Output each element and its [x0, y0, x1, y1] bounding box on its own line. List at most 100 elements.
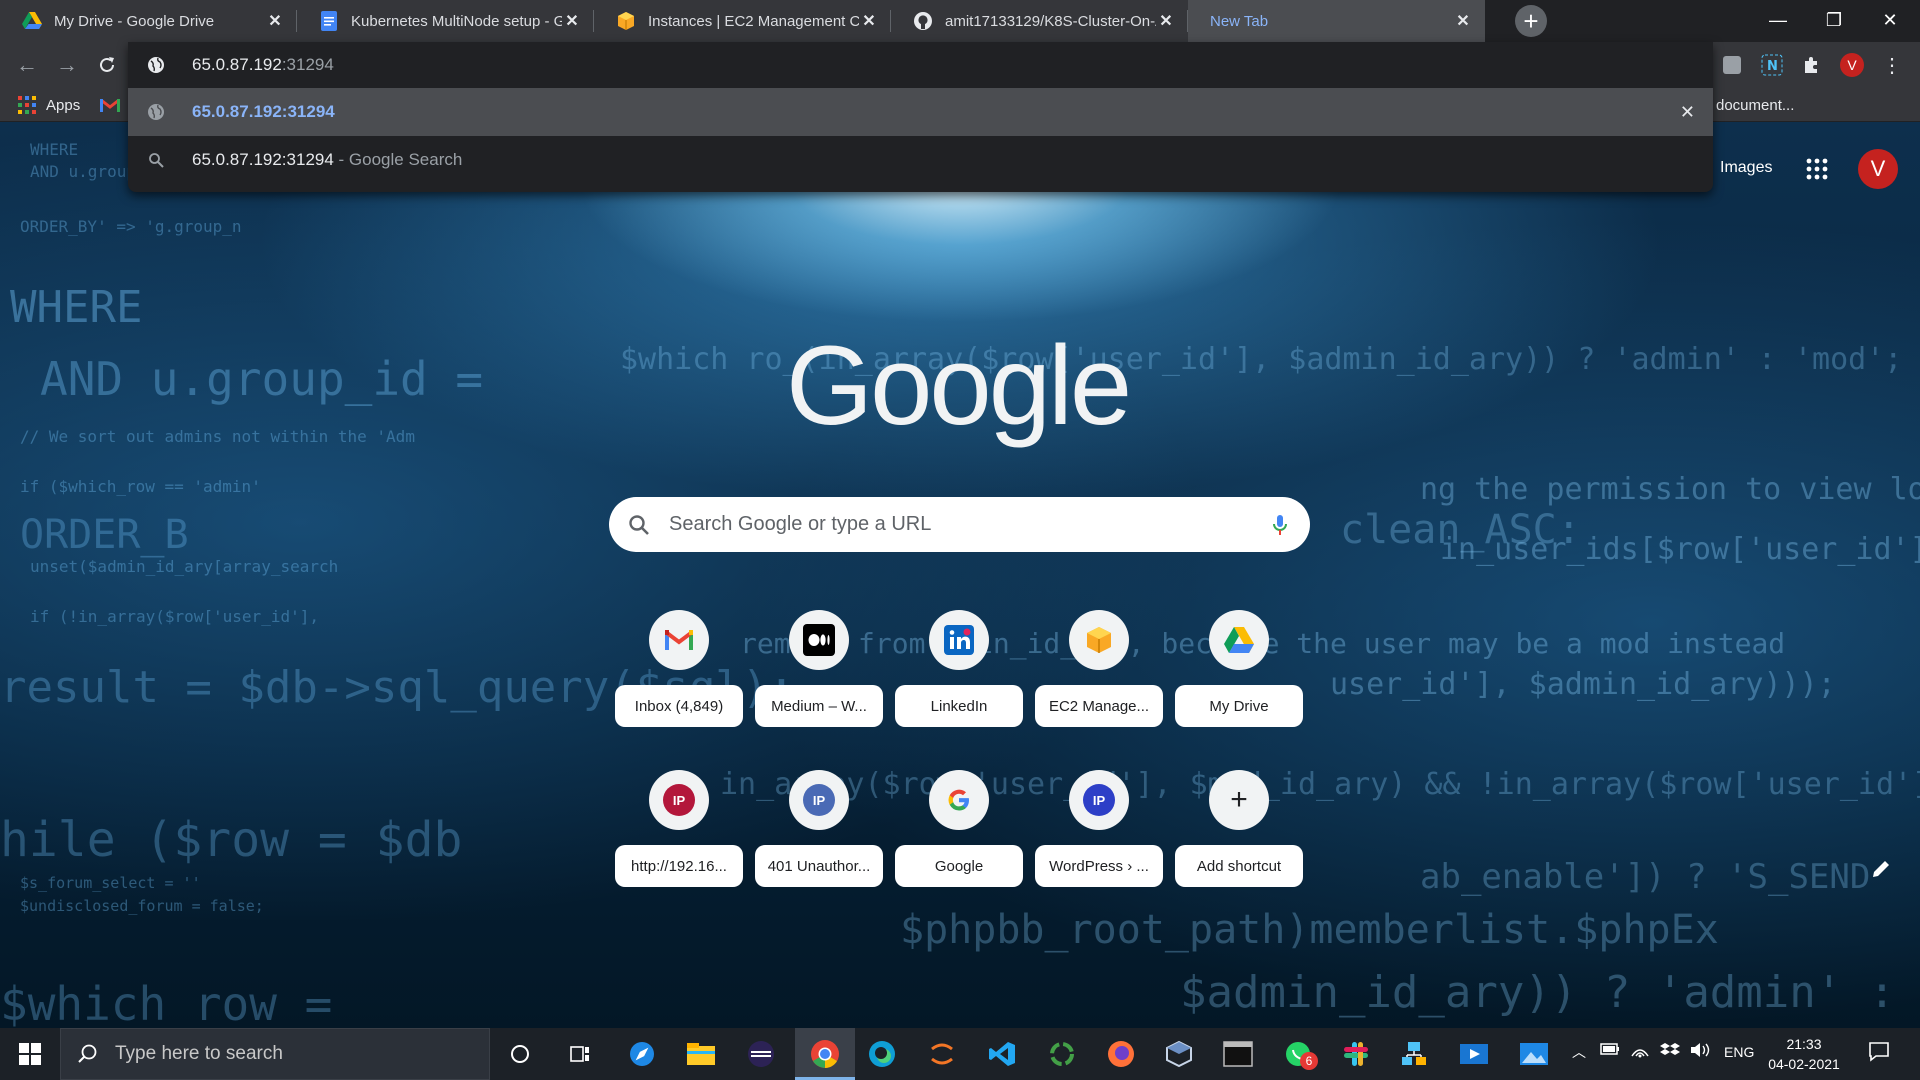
- windows-start-icon[interactable]: [14, 1038, 46, 1070]
- taskbar-search-box[interactable]: Type here to search: [60, 1028, 490, 1080]
- chrome-icon[interactable]: [809, 1038, 841, 1070]
- terminal-icon[interactable]: [1222, 1038, 1254, 1070]
- google-drive-icon: [22, 11, 42, 31]
- close-icon[interactable]: ✕: [859, 11, 879, 31]
- action-center-icon[interactable]: [1868, 1040, 1890, 1065]
- safari-compass-icon[interactable]: [626, 1038, 658, 1070]
- dropbox-icon[interactable]: [1660, 1042, 1680, 1061]
- tab-ec2-instances[interactable]: Instances | EC2 Management Co ✕: [594, 0, 891, 42]
- reload-icon: [100, 57, 114, 72]
- bookmark-gmail[interactable]: [100, 94, 120, 116]
- gmail-icon: [649, 610, 709, 670]
- shortcut-my-drive[interactable]: My Drive: [1175, 610, 1303, 740]
- tab-kubernetes-doc[interactable]: Kubernetes MultiNode setup - G ✕: [297, 0, 594, 42]
- whatsapp-icon[interactable]: 6: [1282, 1038, 1318, 1070]
- extensions-puzzle-icon[interactable]: [1800, 53, 1824, 77]
- background-code-line: $which_row =: [0, 977, 333, 1028]
- network-app-icon[interactable]: [1398, 1038, 1430, 1070]
- wifi-icon[interactable]: [1630, 1042, 1650, 1061]
- shortcut-medium[interactable]: Medium – W...: [755, 610, 883, 740]
- battery-icon[interactable]: [1600, 1042, 1620, 1059]
- google-apps-icon[interactable]: [1806, 158, 1828, 185]
- close-icon[interactable]: ✕: [1156, 11, 1176, 31]
- background-code-line: ab_enable']) ? 'S_SEND: [1420, 857, 1871, 897]
- window-close-button[interactable]: ✕: [1862, 0, 1918, 40]
- shortcut-inbox[interactable]: Inbox (4,849): [615, 610, 743, 740]
- shortcut-label: Medium – W...: [755, 685, 883, 727]
- microphone-icon[interactable]: [1268, 513, 1292, 537]
- tab-github-repo[interactable]: amit17133129/K8S-Cluster-On-A ✕: [891, 0, 1188, 42]
- background-code-line: unset($admin_id_ary[array_search: [30, 557, 339, 576]
- background-code-line: if (!in_array($row['user_id'],: [30, 607, 319, 626]
- virtualbox-icon[interactable]: [1163, 1038, 1195, 1070]
- forward-button[interactable]: →: [52, 50, 82, 80]
- task-view-icon[interactable]: [564, 1038, 596, 1070]
- account-avatar[interactable]: V: [1858, 149, 1898, 189]
- slack-icon[interactable]: [1340, 1038, 1372, 1070]
- firefox-icon[interactable]: [1105, 1038, 1137, 1070]
- extension-square-icon[interactable]: [1720, 53, 1744, 77]
- system-clock[interactable]: 21:33 04-02-2021: [1760, 1034, 1848, 1074]
- jupyter-icon[interactable]: [926, 1038, 958, 1070]
- language-indicator[interactable]: ENG: [1724, 1044, 1754, 1060]
- background-code-line: user_id'], $admin_id_ary)));: [1330, 667, 1836, 702]
- new-tab-button[interactable]: +: [1515, 5, 1547, 37]
- background-code-line: ORDER_BY' => 'g.group_n: [20, 217, 242, 236]
- background-code-line: $undisclosed_forum = false;: [20, 897, 264, 915]
- images-link[interactable]: Images: [1720, 159, 1772, 177]
- shortcut-google[interactable]: Google: [895, 770, 1023, 900]
- shortcut-ip-192[interactable]: IP http://192.16...: [615, 770, 743, 900]
- ntp-search-box[interactable]: Search Google or type a URL: [609, 497, 1310, 552]
- ip-badge: IP: [803, 784, 835, 816]
- shortcut-ec2[interactable]: EC2 Manage...: [1035, 610, 1163, 740]
- shortcut-label: My Drive: [1175, 685, 1303, 727]
- search-placeholder: Search Google or type a URL: [669, 513, 932, 535]
- google-docs-icon: [319, 11, 339, 31]
- clock-time: 21:33: [1786, 1036, 1822, 1052]
- customize-pencil-icon[interactable]: [1870, 858, 1892, 880]
- video-player-icon[interactable]: [1458, 1038, 1490, 1070]
- shortcut-wordpress[interactable]: IP WordPress › ...: [1035, 770, 1163, 900]
- refresh-app-icon[interactable]: [1046, 1038, 1078, 1070]
- cortana-icon[interactable]: [504, 1038, 536, 1070]
- shortcut-linkedin[interactable]: LinkedIn: [895, 610, 1023, 740]
- edge-icon[interactable]: [866, 1038, 898, 1070]
- background-code-line: ng the permission to view logs for exa: [1420, 472, 1920, 507]
- ip-icon: IP: [649, 770, 709, 830]
- background-code-line: AND u.group_id =: [40, 352, 484, 406]
- add-shortcut-button[interactable]: + Add shortcut: [1175, 770, 1303, 900]
- restore-button[interactable]: ❐: [1806, 0, 1862, 40]
- show-hidden-icons-chevron[interactable]: ︿: [1572, 1042, 1586, 1062]
- shortcut-401-unauthorized[interactable]: IP 401 Unauthor...: [755, 770, 883, 900]
- globe-icon: [146, 55, 166, 75]
- vscode-icon[interactable]: [986, 1038, 1018, 1070]
- close-icon[interactable]: ✕: [562, 11, 582, 31]
- reload-button[interactable]: [92, 50, 122, 80]
- back-button[interactable]: ←: [12, 50, 42, 80]
- omnibox-suggestion-url[interactable]: 65.0.87.192:31294 ✕: [128, 88, 1713, 136]
- close-icon[interactable]: ✕: [1453, 11, 1473, 31]
- tab-my-drive[interactable]: My Drive - Google Drive ✕: [0, 0, 297, 42]
- address-bar[interactable]: 65.0.87.192:31294: [128, 42, 1713, 88]
- account-initial: V: [1858, 149, 1898, 189]
- plus-icon: +: [1209, 770, 1269, 830]
- volume-icon[interactable]: [1690, 1042, 1712, 1061]
- eclipse-icon[interactable]: [745, 1038, 777, 1070]
- profile-avatar[interactable]: V: [1840, 53, 1864, 77]
- close-icon[interactable]: ✕: [265, 11, 285, 31]
- file-explorer-icon[interactable]: [685, 1038, 717, 1070]
- menu-kebab-icon[interactable]: ⋮: [1880, 53, 1904, 77]
- google-logo: Google: [786, 323, 1132, 448]
- aws-icon: [1069, 610, 1129, 670]
- ip-badge: IP: [1083, 784, 1115, 816]
- bookmark-apps[interactable]: Apps: [18, 94, 80, 116]
- minimize-button[interactable]: —: [1750, 0, 1806, 40]
- tab-new-tab[interactable]: New Tab ✕: [1188, 0, 1485, 42]
- aws-icon: [616, 11, 636, 31]
- photos-icon[interactable]: [1518, 1038, 1550, 1070]
- remove-suggestion-icon[interactable]: ✕: [1680, 102, 1695, 123]
- omnibox-suggestion-search[interactable]: 65.0.87.192:31294 - Google Search: [128, 136, 1713, 184]
- bookmark-document[interactable]: document...: [1716, 94, 1794, 116]
- notion-extension-icon[interactable]: N: [1760, 53, 1784, 77]
- tab-title: My Drive - Google Drive: [54, 12, 215, 30]
